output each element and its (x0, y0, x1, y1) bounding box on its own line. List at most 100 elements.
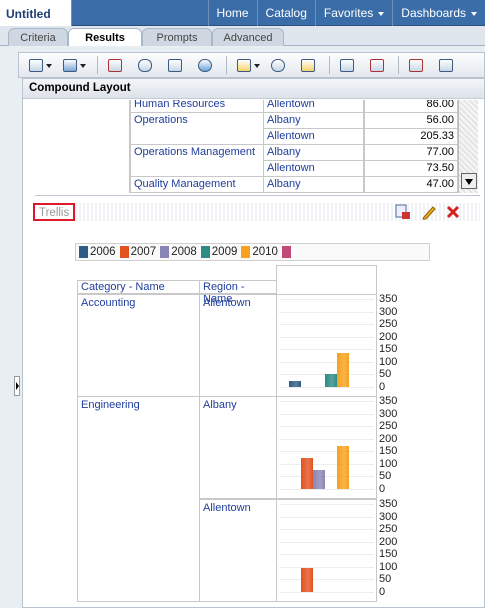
gridline (279, 387, 374, 388)
table-cell-region[interactable]: Allentown (263, 161, 364, 177)
axis-tick-label: 50 (379, 573, 392, 586)
column-header-region[interactable]: Region - Name (199, 280, 277, 305)
legend-item[interactable]: 2007 (119, 246, 156, 258)
compound-button[interactable] (297, 55, 319, 75)
table-cell-value: 73.50 (364, 161, 458, 177)
column-header-category[interactable]: Category - Name (77, 280, 200, 294)
bar-2006[interactable] (289, 380, 301, 387)
print-preview-button[interactable] (164, 55, 186, 75)
refresh-button[interactable] (194, 55, 216, 75)
table-cell-region[interactable]: Allentown (263, 129, 364, 145)
table-cell-region[interactable]: Albany (263, 177, 364, 193)
table-row: Albany 47.00 (41, 177, 458, 193)
axis-tick-label: 300 (379, 510, 398, 523)
trellis-view-header: Trellis (33, 203, 480, 221)
table-cell-region[interactable]: Allentown (263, 100, 364, 113)
export-button[interactable] (59, 55, 86, 75)
new-view-button[interactable] (233, 55, 260, 75)
bar-2010[interactable] (337, 353, 349, 387)
axis-tick-label: 50 (379, 368, 392, 381)
axis-tick-label: 150 (379, 343, 398, 356)
trellis-view-label[interactable]: Trellis (33, 203, 76, 221)
tab-prompts[interactable]: Prompts (142, 28, 212, 46)
legend-label: 2008 (171, 246, 197, 258)
xml-icon (340, 58, 354, 72)
tab-results-label: Results (85, 32, 125, 44)
bar-2009[interactable] (325, 374, 337, 387)
axis-tick-label: 100 (379, 457, 398, 470)
legend-swatch (241, 246, 251, 258)
trellis-chart-cell[interactable] (276, 499, 377, 602)
legend-item[interactable]: 2009 (200, 246, 237, 258)
axis-tick-label: 200 (379, 432, 398, 445)
trellis-chart-cell[interactable] (276, 396, 377, 499)
nav-catalog-label: Catalog (265, 6, 307, 20)
legend-item[interactable]: 2008 (160, 246, 197, 258)
compound-layout: Compound Layout Human Resources Operatio… (22, 78, 485, 608)
chart-legend: 2006 2007 2008 2009 2010 (75, 243, 430, 261)
table-cell-value: 205.33 (364, 129, 458, 145)
axis-tick-label: 250 (379, 523, 398, 536)
tab-advanced[interactable]: Advanced (212, 28, 284, 46)
table-cell-region[interactable]: Albany (263, 145, 364, 161)
axis-tick-label: 100 (379, 560, 398, 573)
print-preview-icon (168, 58, 182, 72)
delete-x-icon[interactable] (445, 204, 461, 220)
bar-2008[interactable] (313, 470, 325, 489)
legend-item[interactable]: 2010 (241, 246, 278, 258)
table-scrollbar[interactable] (458, 100, 478, 193)
tab-criteria[interactable]: Criteria (8, 28, 68, 46)
collapse-handle[interactable] (14, 376, 20, 396)
table-row: Allentown 205.33 (41, 129, 458, 145)
axis-tick-label: 50 (379, 470, 392, 483)
bar-2010[interactable] (337, 446, 349, 489)
xml-button[interactable] (336, 55, 358, 75)
nav-favorites[interactable]: Favorites (314, 0, 392, 26)
trellis-chart-cell[interactable] (276, 294, 377, 397)
trellis-row-header-category[interactable]: Accounting (77, 294, 200, 397)
trellis-row-header-category[interactable]: Engineering (77, 396, 200, 602)
trellis-row-header-region[interactable]: Allentown (199, 294, 277, 397)
trellis-row-header-region[interactable]: Albany (199, 396, 277, 499)
bar-2007[interactable] (301, 568, 313, 592)
nav-favorites-label: Favorites (323, 6, 374, 20)
preview-button[interactable] (134, 55, 156, 75)
tab-results[interactable]: Results (68, 28, 142, 47)
legend-item[interactable] (281, 246, 293, 258)
toolbar-separator (329, 56, 330, 74)
edit-pencil-icon[interactable] (421, 204, 437, 220)
editor-tabs: Criteria Results Prompts Advanced (0, 26, 485, 47)
layout-button[interactable] (435, 55, 457, 75)
table-row: Allentown 86.00 (41, 100, 458, 113)
trellis-grid: Category - Name Region - Name Accounting… (77, 265, 397, 609)
format-button[interactable] (366, 55, 388, 75)
axis-tick-label: 150 (379, 445, 398, 458)
axis-tick-label: 200 (379, 330, 398, 343)
prompts-button[interactable] (267, 55, 289, 75)
bar-2007[interactable] (301, 457, 313, 489)
new-view-icon (237, 58, 251, 72)
trellis-row-header-region[interactable]: Allentown (199, 499, 277, 602)
y-axis: 350 300 250 200 150 100 50 0 (379, 395, 409, 499)
nav-catalog[interactable]: Catalog (256, 0, 315, 26)
pivot-table: Human Resources Operations Operations Ma… (41, 100, 458, 193)
nav-dashboards[interactable]: Dashboards (392, 0, 485, 26)
schedule-button[interactable] (104, 55, 126, 75)
document-tab[interactable]: Untitled (0, 0, 72, 26)
axis-tick-label: 100 (379, 355, 398, 368)
nav-home[interactable]: Home (207, 0, 257, 26)
legend-item[interactable]: 2006 (79, 246, 116, 258)
table-row: Allentown 73.50 (41, 161, 458, 177)
legend-swatch (200, 246, 210, 258)
table-cell-region[interactable]: Albany (263, 113, 364, 129)
tab-advanced-label: Advanced (223, 32, 273, 44)
format-view-icon[interactable] (395, 204, 411, 220)
properties-button[interactable] (405, 55, 427, 75)
print-button[interactable] (25, 55, 52, 75)
schedule-icon (108, 58, 122, 72)
table-cell-value: 56.00 (364, 113, 458, 129)
plot-area (277, 504, 376, 592)
scroll-down-button[interactable] (461, 173, 477, 189)
view-divider (35, 195, 480, 196)
printer-icon (29, 58, 43, 72)
